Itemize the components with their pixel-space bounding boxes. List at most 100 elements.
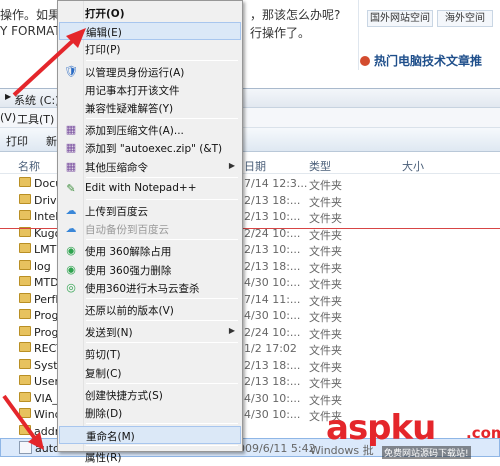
archive-icon: ▦	[65, 123, 77, 137]
menu-separator	[86, 118, 238, 120]
context-menu-label: 使用360进行木马云查杀	[85, 282, 200, 295]
overseas-space-link[interactable]: 海外空间	[437, 10, 493, 27]
file-date: 2/13 18:...	[244, 375, 301, 388]
context-menu-label: 还原以前的版本(V)	[85, 305, 174, 317]
folder-icon	[19, 259, 31, 270]
menu-separator	[86, 445, 238, 447]
article-line-1-right: ，那该怎么办呢?	[250, 8, 341, 22]
context-menu-label: 上传到百度云	[85, 206, 148, 218]
folder-icon	[19, 342, 31, 352]
red-arrow-icon	[12, 28, 86, 97]
folder-icon	[19, 325, 31, 336]
folder-icon	[19, 358, 31, 369]
context-menu-item[interactable]: ▦ 添加到 "autoexec.zip" (&T)	[59, 139, 241, 157]
file-date: 4/30 10:...	[244, 391, 301, 405]
360-icon: ◉	[66, 262, 76, 276]
notepad-icon: ✎	[66, 181, 76, 195]
cloud-icon: ☁	[65, 222, 77, 236]
folder-icon	[19, 276, 31, 286]
watermark-suffix: .com	[466, 424, 500, 442]
folder-icon	[19, 177, 31, 187]
menu-separator	[86, 298, 238, 299]
context-menu-item[interactable]: ◎ 使用360进行木马云查杀	[59, 279, 241, 297]
context-menu-item[interactable]: ▦ 添加到压缩文件(A)...	[59, 121, 241, 139]
file-date: 2/13 18:...	[244, 193, 301, 207]
menu-separator	[86, 239, 238, 241]
menu-separator	[86, 382, 238, 384]
folder-icon	[19, 243, 31, 253]
header-date[interactable]: 日期	[244, 158, 266, 174]
context-menu-label: 复制(C)	[85, 367, 122, 380]
folder-icon	[19, 210, 31, 220]
file-date: 1/2 17:02	[244, 342, 297, 355]
context-menu-label: Edit with Notepad++	[85, 181, 197, 194]
context-menu-label: 使用 360强力删除	[85, 264, 172, 277]
context-menu-item[interactable]: ◉ 使用 360解除占用	[59, 242, 241, 260]
context-menu-item[interactable]: 属性(R)	[59, 448, 241, 466]
context-menu-item[interactable]: ◉ 使用 360强力删除	[59, 261, 241, 279]
context-menu-item[interactable]: ☁ 上传到百度云	[59, 202, 241, 220]
menu-separator	[86, 176, 238, 178]
context-menu-label: 重命名(M)	[86, 431, 135, 444]
360-icon: ◉	[66, 244, 76, 258]
file-name: Prog	[34, 325, 59, 339]
file-date: 4/30 10:...	[244, 309, 301, 322]
submenu-arrow-icon: ▶	[228, 326, 235, 336]
menu-separator	[86, 423, 238, 425]
context-menu-item[interactable]: 复制(C)	[59, 364, 241, 382]
watermark-tagline: 免费网站源码下载站!	[382, 446, 471, 459]
context-menu-item[interactable]: ▦ 其他压缩命令 ▶	[59, 158, 241, 176]
cloud-icon: ☁	[65, 204, 77, 217]
context-menu-label: 属性(R)	[85, 452, 122, 465]
red-arrow-icon	[2, 394, 44, 450]
file-date: 2/24 10:...	[244, 325, 301, 339]
file-name: LMTi	[34, 243, 60, 256]
watermark: aspku .com 免费网站源码下载站!	[326, 408, 500, 459]
360scan-icon: ◎	[66, 280, 76, 294]
file-name: MTD	[34, 276, 59, 289]
menu-separator	[86, 199, 238, 200]
menu-tools[interactable]: 工具(T)	[17, 111, 54, 127]
header-size[interactable]: 大小	[402, 158, 424, 174]
archive-icon: ▦	[65, 141, 77, 155]
context-menu-label: 剪切(T)	[85, 349, 121, 362]
context-menu-item[interactable]: 创建快捷方式(S)	[59, 386, 241, 404]
file-name: Intel	[34, 210, 59, 223]
context-menu-label: 添加到 "autoexec.zip" (&T)	[85, 143, 223, 156]
file-name: log	[34, 259, 51, 273]
context-menu-label: 自动备份到百度云	[85, 224, 169, 237]
file-date: 7/14 12:3...	[244, 177, 308, 190]
folder-icon	[19, 375, 31, 385]
file-date: 2/13 10:...	[244, 243, 301, 256]
watermark-logo: aspku	[326, 408, 436, 448]
file-name: Prog	[34, 309, 59, 322]
print-button[interactable]: 打印	[6, 133, 28, 149]
article-line-2-right: 行操作了。	[250, 26, 311, 40]
file-date: 2/13 10:...	[244, 210, 301, 223]
context-menu-item[interactable]: ☁ 自动备份到百度云	[59, 220, 241, 238]
foreign-hosting-link[interactable]: 国外网站空间	[367, 10, 433, 27]
context-menu-item[interactable]: 剪切(T)	[59, 345, 241, 363]
context-menu-item[interactable]: 删除(D)	[59, 404, 241, 422]
folder-icon	[19, 309, 31, 319]
header-name[interactable]: 名称	[18, 158, 40, 174]
context-menu-item[interactable]: 重命名(M)	[59, 426, 241, 445]
menu-separator	[86, 342, 238, 344]
file-date: 2009/6/11 5:42	[231, 442, 316, 455]
context-menu-item[interactable]: 发送到(N) ▶	[59, 323, 241, 341]
context-menu-label: 发送到(N)	[85, 327, 133, 340]
folder-icon	[19, 292, 31, 303]
new-button[interactable]: 新	[46, 133, 57, 149]
menu-separator	[86, 320, 238, 322]
context-menu-item[interactable]: ✎ Edit with Notepad++	[59, 180, 241, 198]
file-date: 2/13 18:...	[244, 259, 301, 273]
hot-articles-label: 热门电脑技术文章推	[374, 54, 483, 68]
context-menu-label: 删除(D)	[85, 408, 123, 420]
context-menu-label: 使用 360解除占用	[85, 246, 172, 259]
menu-view[interactable]: (V)	[0, 111, 16, 124]
file-date: 4/30 10:...	[244, 408, 301, 421]
context-menu-item[interactable]: 还原以前的版本(V)	[59, 301, 241, 319]
archive-icon: ▦	[65, 159, 77, 173]
hot-articles-title[interactable]: 热门电脑技术文章推	[360, 52, 500, 70]
header-type[interactable]: 类型	[309, 158, 331, 174]
